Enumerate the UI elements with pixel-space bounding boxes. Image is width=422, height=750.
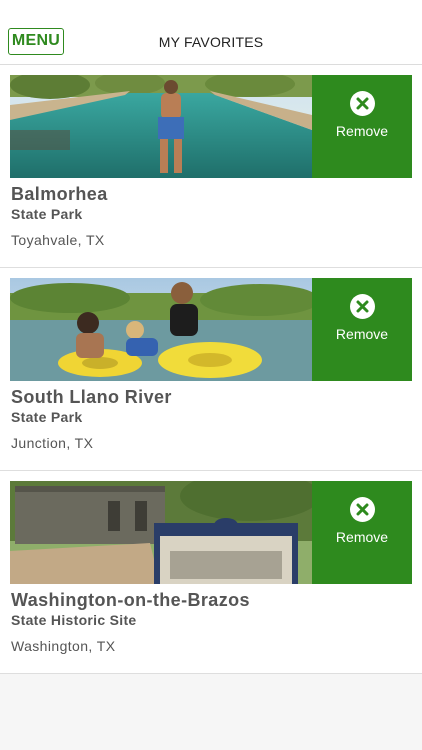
park-location: Toyahvale, TX [11,232,105,248]
close-circle-icon [350,91,375,116]
park-photo [10,278,312,381]
close-circle-icon [350,497,375,522]
park-name: Washington-on-the-Brazos [11,590,250,610]
park-type: State Historic Site [11,612,137,628]
app-header: MENU MY FAVORITES [0,0,422,65]
close-circle-icon [350,294,375,319]
park-location: Washington, TX [11,638,116,654]
remove-label: Remove [335,529,389,545]
remove-button[interactable]: Remove [312,75,412,178]
remove-button[interactable]: Remove [312,278,412,381]
park-type: State Park [11,409,83,425]
remove-label: Remove [335,326,389,342]
page-title: MY FAVORITES [158,34,264,50]
favorites-screen: MENU MY FAVORITES Remove Balmorhea State… [0,0,422,750]
park-photo [10,481,312,584]
park-type: State Park [11,206,83,222]
park-photo [10,75,312,178]
remove-label: Remove [335,123,389,139]
park-name: Balmorhea [11,184,108,204]
favorite-card[interactable]: Remove Balmorhea State Park Toyahvale, T… [0,65,422,268]
favorite-card[interactable]: Remove Washington-on-the-Brazos State Hi… [0,471,422,674]
favorite-card[interactable]: Remove South Llano River State Park Junc… [0,268,422,471]
favorites-list: Remove Balmorhea State Park Toyahvale, T… [0,65,422,674]
park-name: South Llano River [11,387,172,407]
park-location: Junction, TX [11,435,94,451]
remove-button[interactable]: Remove [312,481,412,584]
